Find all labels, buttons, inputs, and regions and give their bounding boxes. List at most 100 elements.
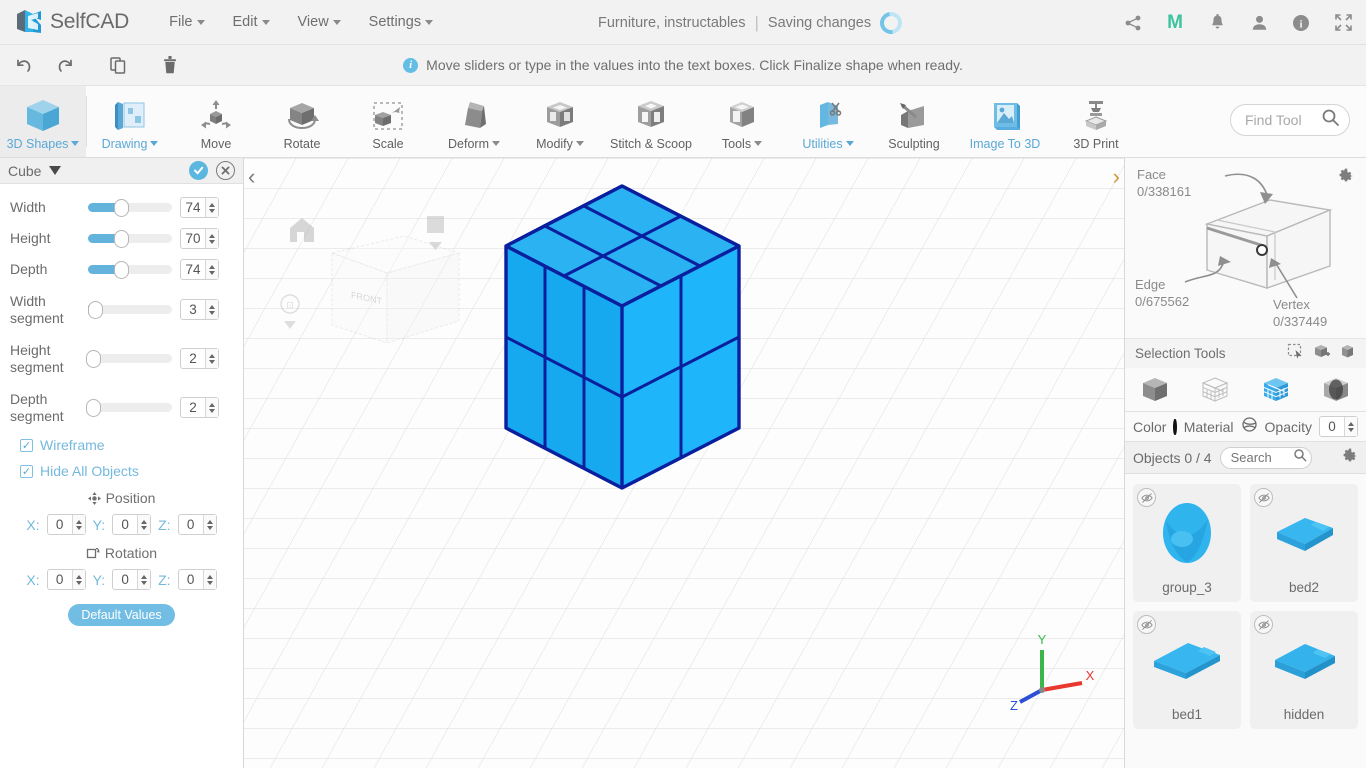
stepper-arrows[interactable] — [205, 198, 218, 217]
rotation-x-stepper[interactable] — [46, 569, 86, 590]
box-add-select-icon[interactable] — [1313, 343, 1330, 365]
collapse-right-panel-button[interactable]: › — [1113, 164, 1120, 190]
box-select-icon[interactable] — [1339, 343, 1356, 365]
ribbon-rotate[interactable]: Rotate — [259, 86, 345, 157]
visibility-toggle-icon[interactable] — [1137, 488, 1156, 507]
objects-search[interactable] — [1219, 446, 1312, 469]
slider-knob[interactable] — [114, 230, 129, 248]
ribbon-deform[interactable]: Deform — [431, 86, 517, 157]
width-segment-slider[interactable] — [88, 301, 172, 319]
hide-all-objects-checkbox[interactable]: ✓ — [20, 464, 33, 478]
shape-panel-title[interactable]: Cube — [8, 163, 62, 179]
menu-file[interactable]: File — [155, 8, 218, 36]
slider-knob[interactable] — [86, 399, 101, 417]
stepper-arrows[interactable] — [71, 515, 85, 534]
viewport-canvas[interactable]: FRONT ⊡ — [244, 158, 1124, 768]
height-input[interactable] — [181, 229, 205, 248]
position-x-input[interactable] — [47, 515, 72, 534]
depth-segment-slider[interactable] — [86, 399, 172, 417]
user-account-icon[interactable] — [1248, 12, 1270, 34]
stepper-arrows[interactable] — [202, 570, 216, 589]
wireframe-mode-icon[interactable] — [1200, 375, 1230, 405]
cancel-shape-button[interactable] — [216, 161, 235, 180]
share-icon[interactable] — [1122, 12, 1144, 34]
collapse-left-panel-button[interactable]: ‹ — [248, 164, 255, 190]
object-card-bed2[interactable]: bed2 — [1250, 484, 1358, 602]
height-slider[interactable] — [88, 230, 172, 248]
wireframe-checkbox-row[interactable]: ✓ Wireframe — [0, 432, 243, 458]
opacity-stepper[interactable] — [1319, 416, 1358, 437]
depth-segment-input[interactable] — [181, 398, 205, 417]
undo-button[interactable] — [0, 45, 44, 86]
chevron-down-icon[interactable] — [49, 166, 62, 175]
stepper-arrows[interactable] — [205, 260, 218, 279]
ribbon-sculpting[interactable]: Sculpting — [871, 86, 957, 157]
depth-segment-stepper[interactable] — [180, 397, 219, 418]
color-swatch[interactable] — [1173, 418, 1177, 435]
notifications-bell-icon[interactable] — [1206, 12, 1228, 34]
stepper-arrows[interactable] — [202, 515, 216, 534]
position-x-stepper[interactable] — [46, 514, 86, 535]
visibility-toggle-icon[interactable] — [1137, 615, 1156, 634]
visibility-toggle-icon[interactable] — [1254, 488, 1273, 507]
rotation-x-input[interactable] — [47, 570, 72, 589]
stepper-arrows[interactable] — [205, 229, 218, 248]
info-icon[interactable]: i — [1290, 12, 1312, 34]
rotation-y-stepper[interactable] — [112, 569, 152, 590]
slider-knob[interactable] — [114, 261, 129, 279]
height-segment-input[interactable] — [181, 349, 205, 368]
ribbon-utilities[interactable]: Utilities — [785, 86, 871, 157]
position-z-stepper[interactable] — [177, 514, 217, 535]
default-values-button[interactable]: Default Values — [68, 604, 175, 626]
ribbon-3d-print[interactable]: 3D Print — [1053, 86, 1139, 157]
position-y-input[interactable] — [113, 515, 138, 534]
rect-select-icon[interactable] — [1287, 343, 1304, 365]
menu-edit[interactable]: Edit — [219, 8, 284, 36]
stepper-arrows[interactable] — [137, 570, 151, 589]
rotation-y-input[interactable] — [113, 570, 138, 589]
m-brand-icon[interactable]: M — [1164, 12, 1186, 34]
object-card-hidden[interactable]: hidden — [1250, 611, 1358, 729]
depth-stepper[interactable] — [180, 259, 219, 280]
app-logo[interactable]: SelfCAD — [0, 7, 129, 37]
ribbon-modify[interactable]: Modify — [517, 86, 603, 157]
document-title[interactable]: Furniture, instructables — [598, 15, 745, 31]
object-card-group_3[interactable]: group_3 — [1133, 484, 1241, 602]
object-mode-icon[interactable] — [1140, 375, 1170, 405]
fullscreen-icon[interactable] — [1332, 12, 1354, 34]
redo-button[interactable] — [44, 45, 88, 86]
width-input[interactable] — [181, 198, 205, 217]
width-segment-stepper[interactable] — [180, 299, 219, 320]
slider-knob[interactable] — [114, 199, 129, 217]
slider-knob[interactable] — [88, 301, 103, 319]
material-icon[interactable] — [1241, 416, 1258, 438]
menu-settings[interactable]: Settings — [355, 8, 447, 36]
stepper-arrows[interactable] — [1344, 417, 1357, 436]
visibility-toggle-icon[interactable] — [1254, 615, 1273, 634]
stepper-arrows[interactable] — [205, 398, 218, 417]
rotation-z-stepper[interactable] — [177, 569, 217, 590]
ribbon-scale[interactable]: Scale — [345, 86, 431, 157]
find-tool-search[interactable] — [1230, 104, 1350, 136]
3d-viewport[interactable]: FRONT ⊡ ‹ › Y X Z — [244, 158, 1124, 768]
height-segment-stepper[interactable] — [180, 348, 219, 369]
vertex-mode-icon[interactable] — [1321, 375, 1351, 405]
height-segment-slider[interactable] — [86, 350, 172, 368]
search-icon[interactable] — [1293, 448, 1307, 467]
width-segment-input[interactable] — [181, 300, 205, 319]
width-slider[interactable] — [88, 199, 172, 217]
copy-button[interactable] — [96, 45, 140, 86]
rotation-z-input[interactable] — [178, 570, 203, 589]
search-icon[interactable] — [1321, 108, 1340, 132]
wireframe-checkbox[interactable]: ✓ — [20, 438, 33, 452]
object-card-bed1[interactable]: bed1 — [1133, 611, 1241, 729]
slider-knob[interactable] — [86, 350, 101, 368]
hide-all-objects-checkbox-row[interactable]: ✓ Hide All Objects — [0, 458, 243, 484]
ribbon-tools[interactable]: Tools — [699, 86, 785, 157]
stepper-arrows[interactable] — [205, 349, 218, 368]
stepper-arrows[interactable] — [137, 515, 151, 534]
depth-slider[interactable] — [88, 261, 172, 279]
ribbon-stitch-scoop[interactable]: Stitch & Scoop — [603, 86, 699, 157]
stepper-arrows[interactable] — [205, 300, 218, 319]
delete-button[interactable] — [148, 45, 192, 86]
